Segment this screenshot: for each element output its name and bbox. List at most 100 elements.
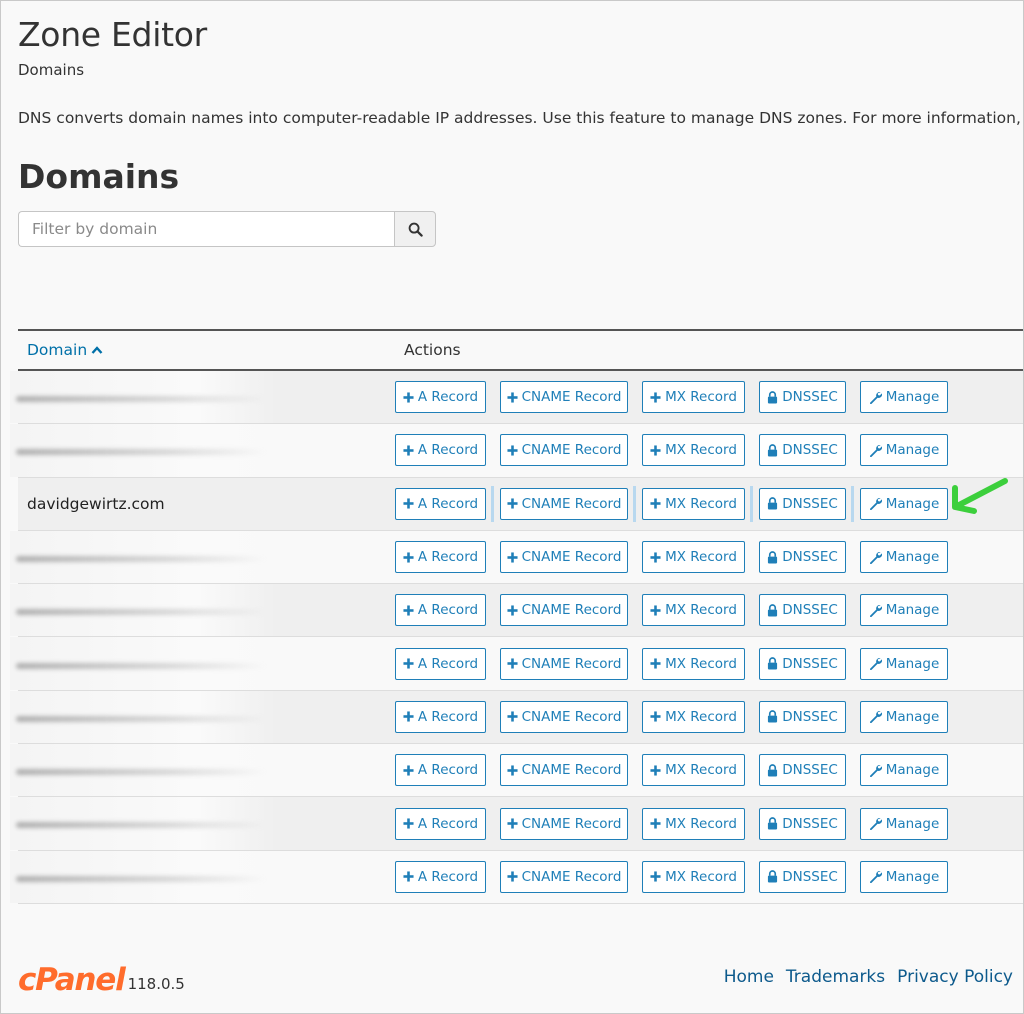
actions-column-header: Actions [404,341,461,359]
dnssec-button[interactable]: DNSSEC [759,807,846,840]
dnssec-button[interactable]: DNSSEC [759,381,846,414]
plus-icon [403,765,414,776]
cname-record-button[interactable]: CNAME Record [500,594,628,627]
a-record-button[interactable]: A Record [395,860,486,893]
button-label: A Record [417,602,479,619]
dnssec-button[interactable]: DNSSEC [759,860,846,893]
button-label: Manage [885,708,940,725]
manage-button[interactable]: Manage [860,434,948,467]
breadcrumb[interactable]: Domains [18,61,84,79]
manage-button[interactable]: Manage [860,381,948,414]
footer-link-privacy-policy[interactable]: Privacy Policy [897,967,1013,987]
manage-button[interactable]: Manage [860,860,948,893]
plus-icon [507,605,518,616]
mx-record-button[interactable]: MX Record [642,541,745,574]
plus-icon [650,871,661,882]
mx-record-button[interactable]: MX Record [642,860,745,893]
mx-record-button[interactable]: MX Record [642,594,745,627]
redacted-domain [10,797,276,850]
wrench-icon [869,764,882,777]
lock-icon [768,763,778,777]
filter-domain-input[interactable] [18,211,394,247]
wrench-icon [869,658,882,671]
footer-link-trademarks[interactable]: Trademarks [786,967,885,987]
button-label: CNAME Record [521,495,622,512]
dnssec-button[interactable]: DNSSEC [759,700,846,733]
domain-column-header[interactable]: Domain [18,341,404,359]
button-label: CNAME Record [521,602,622,619]
cname-record-button[interactable]: CNAME Record [500,647,628,680]
a-record-button[interactable]: A Record [395,700,486,733]
cname-record-button[interactable]: CNAME Record [500,541,628,574]
cname-record-button[interactable]: CNAME Record [500,860,628,893]
cname-record-button[interactable]: CNAME Record [500,487,628,520]
table-header: Domain Actions [18,331,1023,371]
cname-record-button[interactable]: CNAME Record [500,754,628,787]
redacted-domain [10,371,276,424]
plus-icon [403,871,414,882]
manage-button[interactable]: Manage [860,700,948,733]
mx-record-button[interactable]: MX Record [642,647,745,680]
plus-icon [507,498,518,509]
button-label: Manage [885,602,940,619]
manage-button[interactable]: Manage [860,594,948,627]
plus-icon [650,551,661,563]
table-row: A Record CNAME Record MX Record DNSSEC Manag… [10,371,1023,425]
table-body: A Record CNAME Record MX Record DNSSEC Manag… [10,371,1023,904]
a-record-button[interactable]: A Record [395,381,486,414]
button-label: A Record [417,655,479,672]
dnssec-button[interactable]: DNSSEC [759,594,846,627]
wrench-icon [869,871,882,884]
cname-record-button[interactable]: CNAME Record [500,700,628,733]
plus-icon [650,392,661,403]
actions-cell: A Record CNAME Record MX Record DNSSEC Manag… [395,647,962,680]
cname-record-button[interactable]: CNAME Record [500,434,628,467]
button-label: MX Record [665,389,737,406]
manage-button[interactable]: Manage [860,754,948,787]
button-label: MX Record [665,708,737,725]
plus-icon [507,658,518,669]
domain-cell [10,637,395,690]
mx-record-button[interactable]: MX Record [642,807,745,840]
a-record-button[interactable]: A Record [395,541,486,574]
mx-record-button[interactable]: MX Record [642,700,745,733]
wrench-icon [869,711,882,724]
table-row: A Record CNAME Record MX Record DNSSEC Manag… [10,744,1023,798]
manage-button[interactable]: Manage [860,541,948,574]
manage-button[interactable]: Manage [860,647,948,680]
actions-cell: A Record CNAME Record MX Record DNSSEC Manag… [395,700,962,733]
actions-cell: A Record CNAME Record MX Record DNSSEC Manag… [395,485,962,522]
mx-record-button[interactable]: MX Record [642,381,745,414]
button-label: A Record [417,868,479,885]
mx-record-button[interactable]: MX Record [642,754,745,787]
button-label: MX Record [665,868,737,885]
a-record-button[interactable]: A Record [395,487,486,520]
dnssec-button[interactable]: DNSSEC [759,541,846,574]
a-record-button[interactable]: A Record [395,807,486,840]
a-record-button[interactable]: A Record [395,434,486,467]
a-record-button[interactable]: A Record [395,594,486,627]
plus-icon [403,605,414,616]
manage-button[interactable]: Manage [860,487,948,520]
chevron-up-icon [91,346,103,354]
cpanel-logo[interactable]: cPanel 118.0.5 [18,963,185,997]
a-record-button[interactable]: A Record [395,647,486,680]
a-record-button[interactable]: A Record [395,754,486,787]
footer-link-home[interactable]: Home [724,967,774,987]
mx-record-button[interactable]: MX Record [642,434,745,467]
mx-record-button[interactable]: MX Record [642,487,745,520]
wrench-icon [869,391,882,404]
dnssec-button[interactable]: DNSSEC [759,487,846,520]
domains-table: Domain Actions A Record CNAME Record MX Re… [10,329,1023,904]
manage-button[interactable]: Manage [860,807,948,840]
button-label: Manage [885,762,940,779]
cname-record-button[interactable]: CNAME Record [500,807,628,840]
redacted-domain [10,690,276,744]
dnssec-button[interactable]: DNSSEC [759,754,846,787]
redacted-domain [10,530,276,584]
cname-record-button[interactable]: CNAME Record [500,381,628,414]
dnssec-button[interactable]: DNSSEC [759,647,846,680]
table-row: A Record CNAME Record MX Record DNSSEC Manag… [10,584,1023,638]
search-button[interactable] [394,211,436,247]
dnssec-button[interactable]: DNSSEC [759,434,846,467]
